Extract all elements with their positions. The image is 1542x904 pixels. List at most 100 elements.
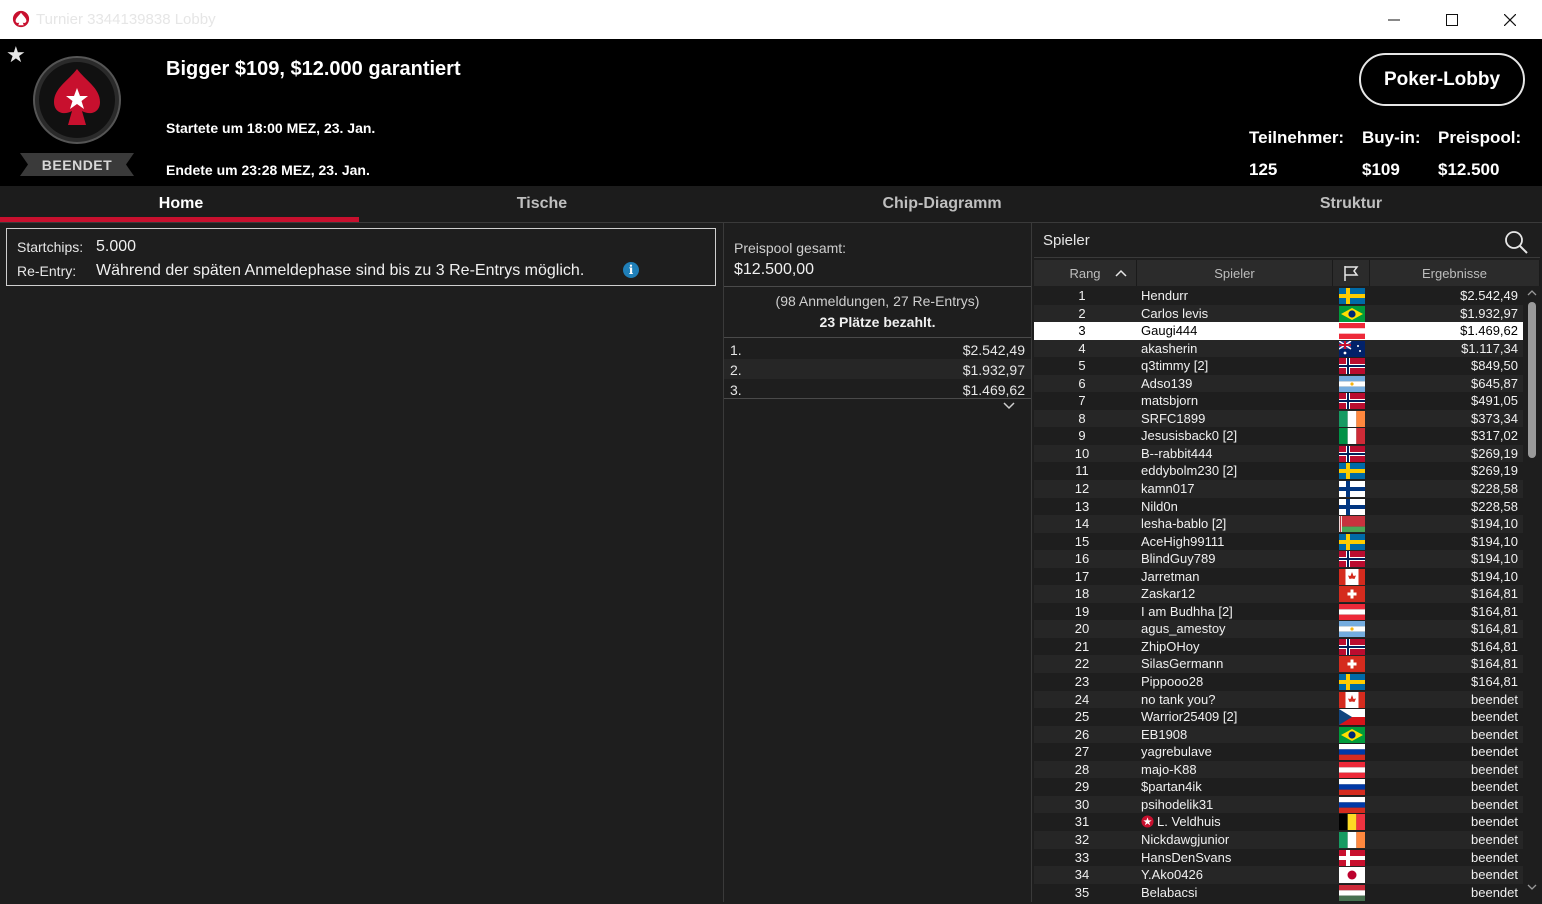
player-name-cell: AceHigh99111 [1141, 534, 1224, 549]
player-row[interactable]: 11 eddybolm230 [2] $269,19 [1034, 462, 1523, 480]
scrollbar-thumb[interactable] [1528, 302, 1536, 458]
player-name-cell: Jarretman [1141, 569, 1200, 584]
column-header-rank[interactable]: Rang [1034, 260, 1137, 286]
buyin-label: Buy-in: [1362, 128, 1421, 147]
chevron-down-icon[interactable] [1000, 400, 1018, 412]
player-row[interactable]: 35 Belabacsi beendet [1034, 884, 1523, 902]
country-flag-icon [1339, 323, 1365, 340]
player-rank: 3 [1078, 323, 1086, 339]
player-name: Carlos levis [1141, 305, 1209, 321]
player-row[interactable]: 26 EB1908 beendet [1034, 725, 1523, 744]
info-icon[interactable]: i [623, 262, 639, 278]
player-rank: 26 [1074, 726, 1090, 742]
player-row[interactable]: 20 agus_amestoy $164,81 [1034, 620, 1523, 638]
player-rank: 24 [1074, 691, 1090, 707]
divider [1034, 257, 1540, 258]
player-row[interactable]: 17 Jarretman $194,10 [1034, 568, 1523, 586]
player-name: BlindGuy789 [1141, 551, 1216, 567]
player-row[interactable]: 16 BlindGuy789 $194,10 [1034, 550, 1523, 568]
reentry-value: Während der späten Anmeldephase sind bis… [96, 262, 585, 279]
country-flag-icon [1339, 551, 1365, 568]
minimize-button[interactable] [1365, 0, 1423, 39]
column-header-player[interactable]: Spieler [1137, 260, 1333, 286]
player-row[interactable]: 9 Jesusisback0 [2] $317,02 [1034, 427, 1523, 445]
player-name-cell: SRFC1899 [1141, 411, 1205, 426]
player-row[interactable]: 4 akasherin $1.117,34 [1034, 339, 1523, 358]
player-rank: 22 [1074, 656, 1090, 672]
divider [724, 398, 1031, 399]
search-icon[interactable] [1503, 229, 1529, 255]
column-header-rank-label: Rang [1069, 265, 1101, 281]
player-row[interactable]: 28 majo-K88 beendet [1034, 760, 1523, 779]
country-flag-icon [1339, 410, 1365, 427]
tab-chip-chart[interactable]: Chip-Diagramm [722, 186, 1162, 222]
player-name-cell: EB1908 [1141, 727, 1187, 742]
player-name: Pippooo28 [1141, 674, 1204, 690]
player-name: Jarretman [1141, 568, 1200, 584]
country-flag-icon [1339, 814, 1365, 831]
prizepool-total-label: Preispool gesamt: [734, 240, 847, 256]
country-flag-icon [1339, 463, 1365, 480]
player-result: beendet [1471, 867, 1518, 883]
tab-structure[interactable]: Struktur [1162, 186, 1540, 222]
close-button[interactable] [1481, 0, 1539, 39]
player-name: $partan4ik [1141, 779, 1202, 795]
player-row[interactable]: 21 ZhipOHoy $164,81 [1034, 638, 1523, 656]
maximize-button[interactable] [1423, 0, 1481, 39]
player-row[interactable]: 6 Adso139 $645,87 [1034, 374, 1523, 393]
player-row[interactable]: 18 Zaskar12 $164,81 [1034, 585, 1523, 603]
payout-row: 1. $2.542,49 [724, 339, 1031, 359]
player-name-cell: Warrior25409 [2] [1141, 709, 1237, 724]
country-flag-icon [1339, 358, 1365, 375]
player-row[interactable]: 1 Hendurr $2.542,49 [1034, 287, 1523, 305]
player-row[interactable]: 25 Warrior25409 [2] beendet [1034, 708, 1523, 726]
player-rank: 27 [1074, 744, 1090, 760]
column-header-country[interactable] [1333, 260, 1370, 286]
tab-tables[interactable]: Tische [362, 186, 722, 222]
player-result: beendet [1471, 761, 1518, 777]
player-name: B--rabbit444 [1141, 445, 1213, 461]
divider [724, 286, 1031, 287]
scroll-up-icon[interactable] [1527, 289, 1537, 297]
player-name-cell: matsbjorn [1141, 393, 1198, 408]
player-row[interactable]: 3 Gaugi444 $1.469,62 [1034, 322, 1523, 340]
player-row[interactable]: 14 lesha-bablo [2] $194,10 [1034, 515, 1523, 533]
player-row[interactable]: 19 I am Budhha [2] $164,81 [1034, 603, 1523, 621]
player-row[interactable]: 5 q3timmy [2] $849,50 [1034, 357, 1523, 375]
player-row[interactable]: 31 L. Veldhuis beendet [1034, 813, 1523, 831]
prizepool-total-value: $12.500,00 [734, 261, 815, 278]
player-rank: 4 [1078, 340, 1086, 356]
player-row[interactable]: 32 Nickdawgjunior beendet [1034, 830, 1523, 849]
player-result: $194,10 [1471, 533, 1518, 549]
country-flag-icon [1339, 428, 1365, 445]
country-flag-icon [1338, 340, 1365, 357]
player-row[interactable]: 33 HansDenSvans beendet [1034, 849, 1523, 867]
poker-lobby-button[interactable]: Poker-Lobby [1359, 53, 1525, 106]
player-result: $373,34 [1471, 410, 1518, 426]
scroll-down-icon[interactable] [1527, 883, 1537, 891]
favorite-star-icon[interactable]: ★ [6, 44, 26, 66]
player-result: beendet [1471, 831, 1518, 847]
player-row[interactable]: 15 AceHigh99111 $194,10 [1034, 533, 1523, 551]
player-result: $269,19 [1471, 445, 1518, 461]
player-row[interactable]: 34 Y.Ako0426 beendet [1034, 866, 1523, 884]
column-header-result[interactable]: Ergebnisse [1370, 260, 1540, 286]
player-row[interactable]: 12 kamn017 $228,58 [1034, 480, 1523, 498]
country-flag-icon [1339, 568, 1365, 585]
entries-summary: (98 Anmeldungen, 27 Re-Entrys) [775, 293, 980, 309]
player-row[interactable]: 27 yagrebulave beendet [1034, 743, 1523, 761]
player-row[interactable]: 13 Nild0n $228,58 [1034, 498, 1523, 516]
player-row[interactable]: 22 SilasGermann $164,81 [1034, 655, 1523, 674]
player-row[interactable]: 8 SRFC1899 $373,34 [1034, 409, 1523, 428]
player-row[interactable]: 29 $partan4ik beendet [1034, 778, 1523, 796]
player-row[interactable]: 24 no tank you? beendet [1034, 690, 1523, 709]
player-row[interactable]: 10 B--rabbit444 $269,19 [1034, 444, 1523, 463]
player-row[interactable]: 7 matsbjorn $491,05 [1034, 392, 1523, 410]
player-name-cell: Zaskar12 [1141, 586, 1195, 601]
player-row[interactable]: 30 psihodelik31 beendet [1034, 795, 1523, 814]
player-result: $194,10 [1471, 551, 1518, 567]
tournament-name: Bigger $109, $12.000 garantiert [166, 58, 461, 80]
player-row[interactable]: 2 Carlos levis $1.932,97 [1034, 304, 1523, 323]
prizepool-label: Preispool: [1438, 128, 1522, 147]
player-row[interactable]: 23 Pippooo28 $164,81 [1034, 673, 1523, 691]
